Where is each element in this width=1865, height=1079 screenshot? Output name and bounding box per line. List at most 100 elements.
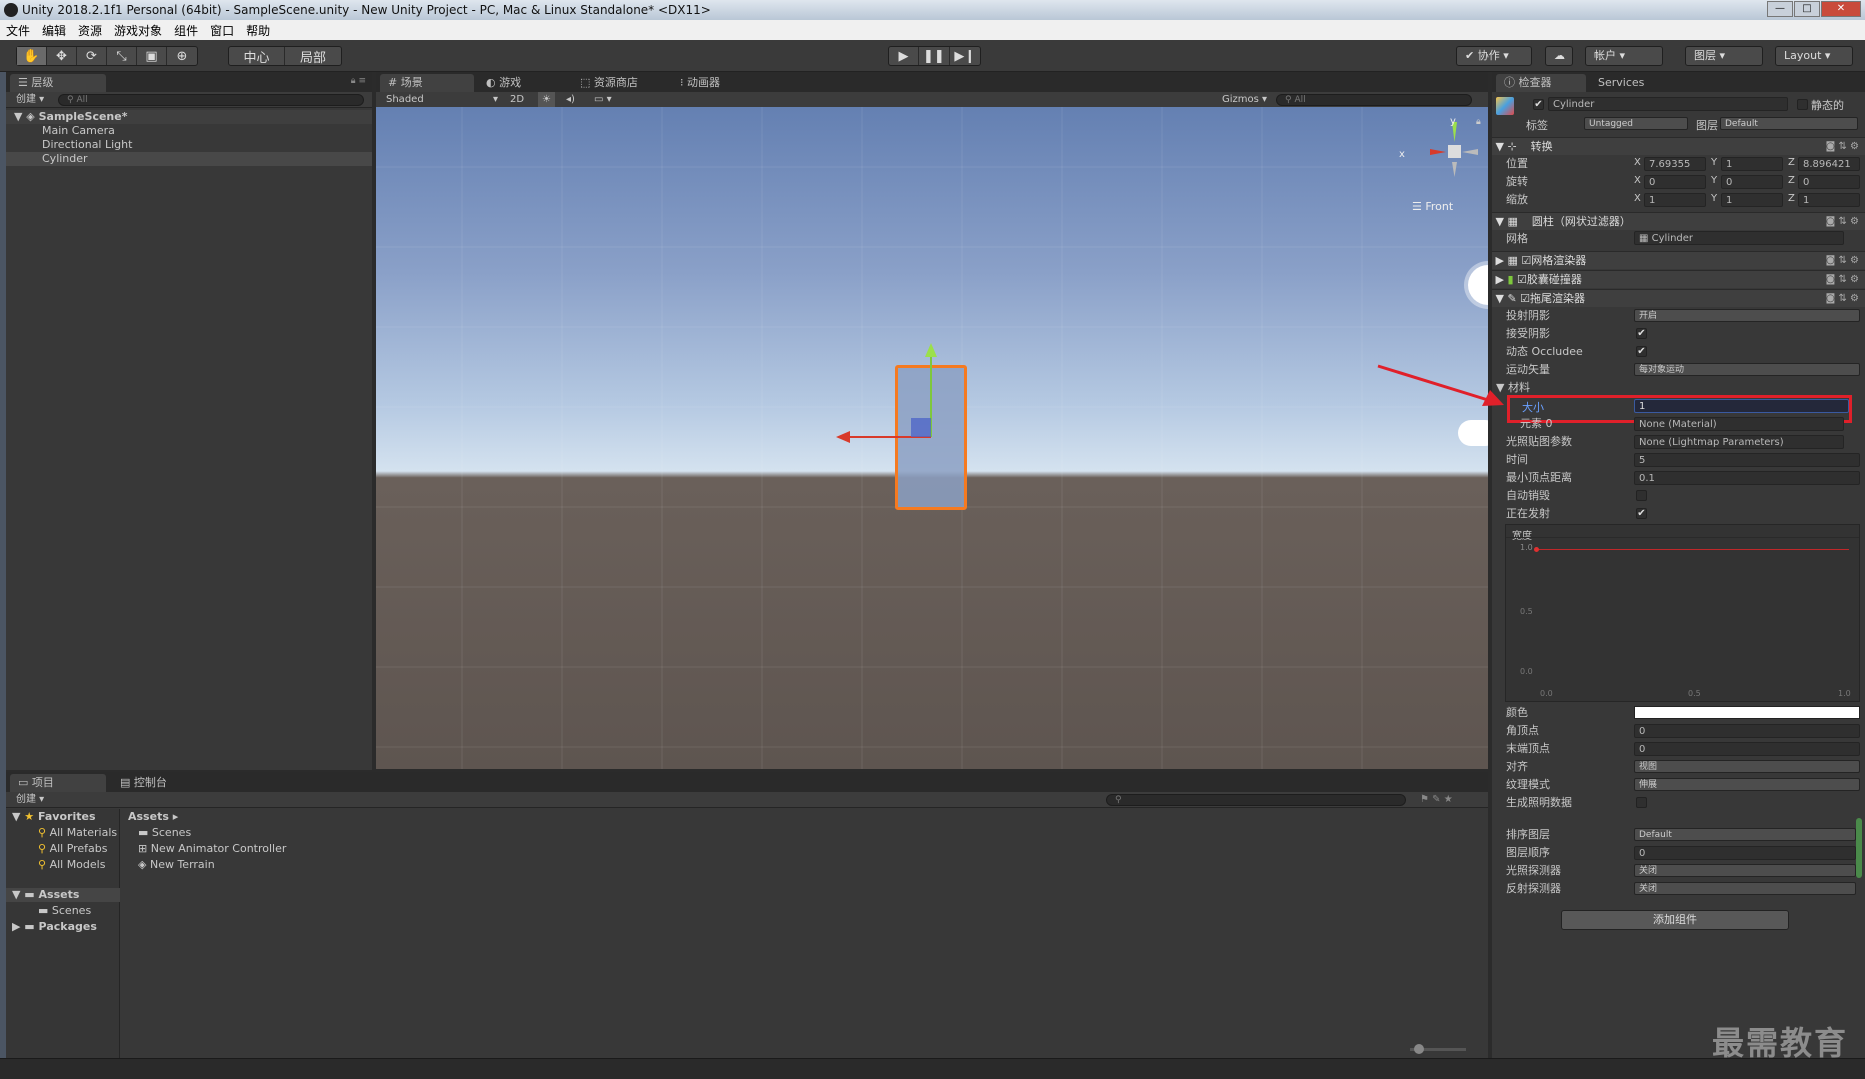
color-gradient-field[interactable] [1634, 706, 1860, 719]
scale-tool-icon[interactable]: ⤡ [107, 47, 137, 65]
menu-help[interactable]: 帮助 [246, 22, 270, 39]
mesh-renderer-checkbox[interactable]: ☑ [1521, 254, 1531, 267]
object-name-field[interactable]: Cylinder [1548, 97, 1788, 111]
width-curve-editor[interactable]: 宽度 1.0 0.5 0.0 0.0 0.5 1.0 [1505, 524, 1860, 702]
texture-mode-dropdown[interactable]: 伸展 [1634, 778, 1860, 791]
scenes-tree-row[interactable]: ▬ Scenes [38, 904, 91, 918]
tab-services[interactable]: Services [1590, 74, 1670, 92]
play-icon[interactable]: ▶ [889, 47, 919, 65]
project-create-dropdown[interactable]: 创建 ▾ [16, 792, 44, 808]
favorite-item[interactable]: ⚲ All Prefabs [38, 842, 108, 856]
gen-lighting-checkbox[interactable] [1636, 797, 1647, 808]
x-axis-arrow-icon[interactable] [836, 431, 850, 443]
position-z-field[interactable]: 8.896421 [1798, 157, 1860, 171]
audio-toggle-icon[interactable]: ◂) [566, 92, 575, 108]
emitting-checkbox[interactable]: ✔ [1636, 508, 1647, 519]
minimize-button[interactable]: — [1767, 1, 1793, 17]
time-field[interactable]: 5 [1634, 453, 1860, 467]
lighting-toggle-icon[interactable]: ☀ [538, 92, 555, 108]
hierarchy-item[interactable]: Main Camera [6, 124, 372, 138]
end-cap-field[interactable]: 0 [1634, 742, 1860, 756]
hierarchy-create-dropdown[interactable]: 创建 ▾ [16, 92, 44, 108]
mesh-field[interactable]: ▦ Cylinder [1634, 231, 1844, 245]
pivot-center-button[interactable]: 中心 [229, 47, 285, 66]
cast-shadows-dropdown[interactable]: 开启 [1634, 309, 1860, 322]
transform-tool-icon[interactable]: ⊕ [167, 47, 197, 65]
tab-game[interactable]: ◐ 游戏 [478, 74, 568, 92]
asset-item[interactable]: ◈ New Terrain [138, 858, 215, 872]
hierarchy-search-input[interactable]: ⚲ All [58, 94, 364, 106]
plane-handle-icon[interactable] [911, 418, 931, 437]
account-dropdown[interactable]: 帐户 ▾ [1585, 46, 1663, 66]
scene-search-input[interactable]: ⚲ All [1276, 94, 1472, 106]
dynamic-occludee-checkbox[interactable]: ✔ [1636, 346, 1647, 357]
trail-renderer-checkbox[interactable]: ☑ [1520, 292, 1530, 305]
toggle-2d-button[interactable]: 2D [510, 92, 524, 108]
rotation-z-field[interactable]: 0 [1798, 175, 1860, 189]
component-settings-icon[interactable]: ◙ ⇅ ⚙ [1826, 252, 1859, 270]
static-checkbox[interactable] [1797, 99, 1808, 110]
assets-tree-row[interactable]: ▼ ▬ Assets [6, 888, 120, 902]
menu-edit[interactable]: 编辑 [42, 22, 66, 39]
corner-vertices-field[interactable]: 0 [1634, 724, 1860, 738]
tab-animator[interactable]: ⁝ 动画器 [672, 74, 762, 92]
scene-root-row[interactable]: ▼ ◈ SampleScene* [6, 110, 372, 124]
scale-x-field[interactable]: 1 [1644, 193, 1706, 207]
lightmap-params-field[interactable]: None (Lightmap Parameters) [1634, 435, 1844, 449]
active-checkbox[interactable]: ✔ [1533, 99, 1544, 110]
layer-dropdown[interactable]: Default [1720, 117, 1858, 130]
tab-project[interactable]: ▭ 项目 [10, 774, 106, 792]
effects-toggle-icon[interactable]: ▭ ▾ [594, 92, 612, 108]
transform-header[interactable]: ▼ ⊹ 转换 ◙ ⇅ ⚙ [1492, 137, 1865, 155]
packages-tree-row[interactable]: ▶ ▬ Packages [12, 920, 97, 934]
add-component-button[interactable]: 添加组件 [1561, 910, 1789, 930]
lock-icon[interactable]: 🔒︎ ≡ [351, 76, 366, 86]
close-button[interactable]: ✕ [1821, 1, 1861, 17]
capsule-collider-header[interactable]: ▶ ▮ ☑胶囊碰撞器 ◙ ⇅ ⚙ [1492, 270, 1865, 288]
filter-icons[interactable]: ⚑ ✎ ★ [1420, 792, 1453, 808]
view-label[interactable]: ☰ Front [1412, 200, 1453, 213]
autodestruct-checkbox[interactable] [1636, 490, 1647, 501]
position-x-field[interactable]: 7.69355 [1644, 157, 1706, 171]
menu-file[interactable]: 文件 [6, 22, 30, 39]
step-icon[interactable]: ▶❙ [950, 47, 980, 65]
menu-component[interactable]: 组件 [174, 22, 198, 39]
favorite-item[interactable]: ⚲ All Materials [38, 826, 117, 840]
rotation-y-field[interactable]: 0 [1721, 175, 1783, 189]
inspector-scrollbar[interactable] [1856, 818, 1862, 878]
light-probes-dropdown[interactable]: 关闭 [1634, 864, 1856, 877]
tab-inspector[interactable]: ⓘ 检查器 [1496, 74, 1586, 92]
scene-view[interactable]: y x 🔒︎ ☰ Front [376, 107, 1488, 769]
rect-tool-icon[interactable]: ▣ [137, 47, 167, 65]
pause-icon[interactable]: ❚❚ [919, 47, 950, 65]
position-y-field[interactable]: 1 [1721, 157, 1783, 171]
trail-renderer-header[interactable]: ▼ ✎ ☑拖尾渲染器 ◙ ⇅ ⚙ [1492, 289, 1865, 307]
favorites-row[interactable]: ▼ ★ Favorites [12, 810, 96, 824]
component-settings-icon[interactable]: ◙ ⇅ ⚙ [1826, 271, 1859, 289]
mesh-renderer-header[interactable]: ▶ ▦ ☑网格渲染器 ◙ ⇅ ⚙ [1492, 251, 1865, 269]
curve-key-point[interactable] [1534, 547, 1539, 552]
hierarchy-item[interactable]: Directional Light [6, 138, 372, 152]
menu-gameobject[interactable]: 游戏对象 [114, 22, 162, 39]
min-vertex-field[interactable]: 0.1 [1634, 471, 1860, 485]
pivot-local-button[interactable]: 局部 [285, 47, 341, 66]
icon-size-slider-handle[interactable] [1414, 1044, 1424, 1054]
receive-shadows-checkbox[interactable]: ✔ [1636, 328, 1647, 339]
alignment-dropdown[interactable]: 视图 [1634, 760, 1860, 773]
width-curve-line[interactable] [1536, 549, 1849, 550]
favorite-item[interactable]: ⚲ All Models [38, 858, 105, 872]
element0-field[interactable]: None (Material) [1634, 417, 1844, 431]
layers-dropdown[interactable]: 图层 ▾ [1685, 46, 1763, 66]
menu-window[interactable]: 窗口 [210, 22, 234, 39]
size-field[interactable]: 1 [1634, 399, 1849, 413]
cloud-icon[interactable]: ☁ [1545, 46, 1573, 66]
component-settings-icon[interactable]: ◙ ⇅ ⚙ [1826, 138, 1859, 156]
mesh-filter-header[interactable]: ▼ ▦ 圆柱（网状过滤器） ◙ ⇅ ⚙ [1492, 212, 1865, 230]
scale-z-field[interactable]: 1 [1798, 193, 1860, 207]
component-settings-icon[interactable]: ◙ ⇅ ⚙ [1826, 290, 1859, 308]
shading-dropdown[interactable]: Shaded ▾ [386, 92, 498, 108]
reflection-probes-dropdown[interactable]: 关闭 [1634, 882, 1856, 895]
menu-assets[interactable]: 资源 [78, 22, 102, 39]
rotation-x-field[interactable]: 0 [1644, 175, 1706, 189]
scale-y-field[interactable]: 1 [1721, 193, 1783, 207]
